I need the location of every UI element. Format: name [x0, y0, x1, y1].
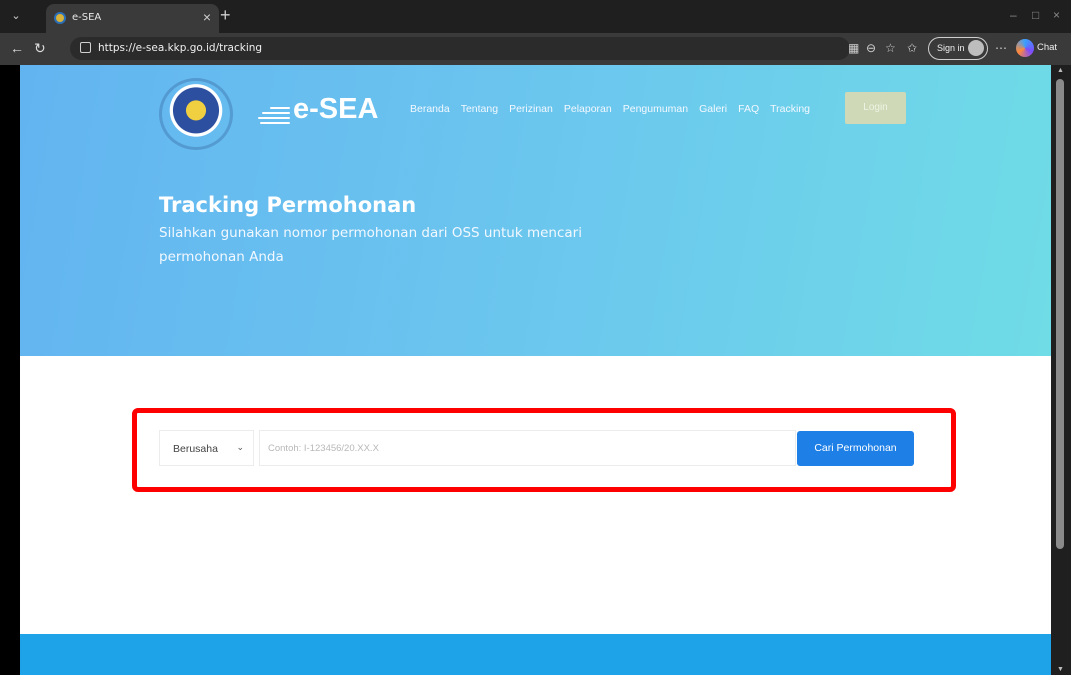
nav-item-tracking[interactable]: Tracking: [770, 103, 810, 115]
tab-title: e-SEA: [72, 12, 102, 23]
scroll-up-arrow-icon[interactable]: ▲: [1057, 67, 1064, 74]
page-scrollbar[interactable]: ▲ ▼: [1051, 65, 1071, 675]
kkp-seal-logo[interactable]: [159, 78, 233, 150]
tab-list-chevron-icon[interactable]: ⌄: [8, 8, 24, 24]
nav-item-beranda[interactable]: Beranda: [410, 103, 450, 115]
esea-logo-text[interactable]: e-SEA: [293, 93, 378, 126]
footer-band: [20, 634, 1051, 675]
chat-label: Chat: [1037, 42, 1058, 53]
favorite-star-icon[interactable]: ☆: [885, 41, 896, 55]
browser-tab[interactable]: e-SEA ×: [46, 4, 219, 33]
reload-icon[interactable]: ↻: [34, 40, 46, 56]
avatar-icon: [968, 40, 984, 56]
browser-toolbar: ← ↻ https://e-sea.kkp.go.id/tracking ▦ ⊖…: [0, 33, 1071, 65]
favorites-list-icon[interactable]: ✩: [907, 41, 917, 55]
browser-tab-bar: ⌄ e-SEA × + – □ ×: [0, 0, 1071, 33]
address-bar[interactable]: https://e-sea.kkp.go.id/tracking: [70, 37, 850, 60]
nav-item-perizinan[interactable]: Perizinan: [509, 103, 553, 115]
zoom-icon[interactable]: ⊖: [866, 41, 876, 55]
new-tab-icon[interactable]: +: [220, 5, 231, 25]
chat-button[interactable]: Chat: [1016, 38, 1066, 60]
nav-item-tentang[interactable]: Tentang: [461, 103, 498, 115]
page-title: Tracking Permohonan: [159, 193, 417, 217]
seal-ring: [159, 78, 233, 150]
highlight-annotation-box: [132, 408, 956, 492]
lock-icon[interactable]: [80, 42, 91, 53]
window-edge: [0, 65, 20, 675]
minimize-icon[interactable]: –: [1010, 9, 1017, 21]
copilot-icon: [1016, 39, 1034, 57]
hero-section: e-SEA Beranda Tentang Perizinan Pelapora…: [20, 65, 1051, 356]
login-button[interactable]: Login: [845, 92, 906, 124]
restore-icon[interactable]: □: [1032, 9, 1039, 21]
url-text[interactable]: https://e-sea.kkp.go.id/tracking: [98, 42, 262, 54]
reader-view-icon[interactable]: ▦: [848, 41, 859, 55]
scroll-thumb[interactable]: [1056, 79, 1064, 549]
more-options-icon[interactable]: ⋯: [995, 41, 1008, 55]
page-subtitle: Silahkan gunakan nomor permohonan dari O…: [159, 225, 582, 265]
page-viewport: e-SEA Beranda Tentang Perizinan Pelapora…: [20, 65, 1051, 675]
close-tab-icon[interactable]: ×: [203, 10, 211, 24]
sign-in-button[interactable]: Sign in: [928, 37, 988, 60]
nav-item-pengumuman[interactable]: Pengumuman: [623, 103, 688, 115]
nav-item-faq[interactable]: FAQ: [738, 103, 759, 115]
close-window-icon[interactable]: ×: [1053, 9, 1060, 21]
sign-in-label: Sign in: [937, 43, 965, 53]
back-arrow-icon[interactable]: ←: [10, 40, 24, 56]
nav-item-pelaporan[interactable]: Pelaporan: [564, 103, 612, 115]
esea-wave-icon: [256, 105, 292, 125]
scroll-down-arrow-icon[interactable]: ▼: [1057, 666, 1064, 673]
main-nav: Beranda Tentang Perizinan Pelaporan Peng…: [410, 103, 821, 115]
nav-item-galeri[interactable]: Galeri: [699, 103, 727, 115]
site-favicon-icon: [54, 12, 66, 24]
